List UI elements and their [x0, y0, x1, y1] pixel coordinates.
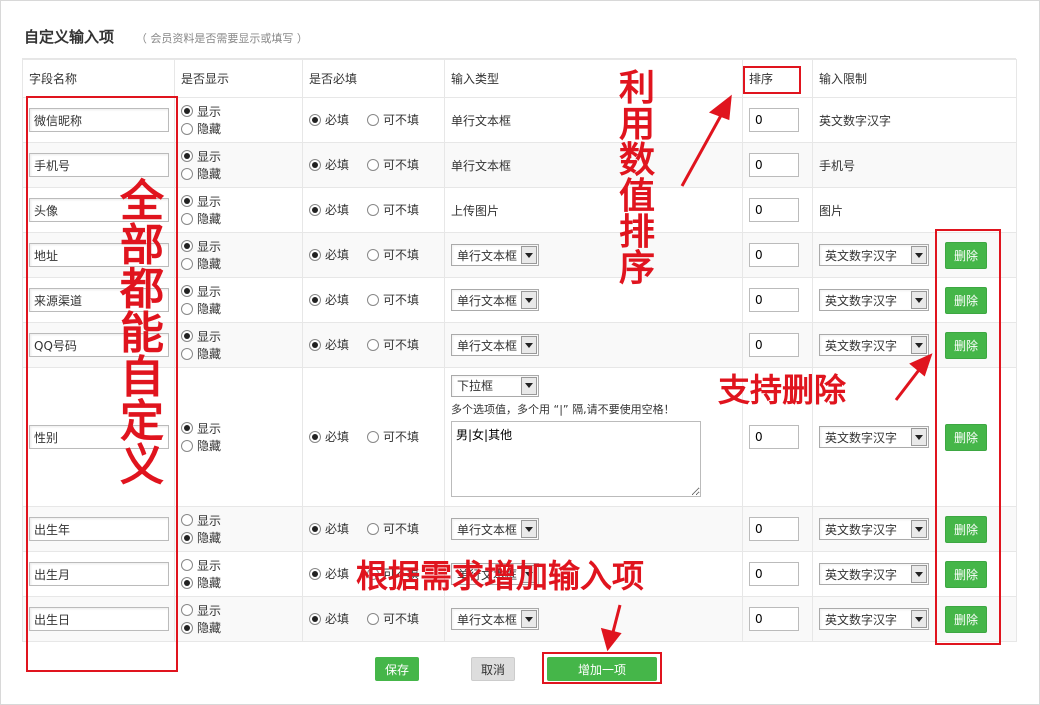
- arrow-head-delete: [909, 353, 933, 377]
- arrow-to-order: [680, 109, 726, 187]
- arrow-to-delete: [894, 365, 924, 401]
- annotation-arrows: [600, 94, 933, 652]
- arrow-head-order: [708, 94, 732, 121]
- arrow-head-add: [600, 627, 622, 652]
